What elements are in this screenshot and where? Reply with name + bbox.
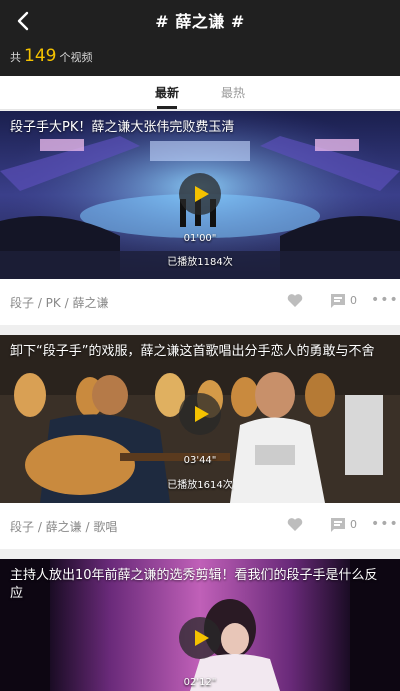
video-thumbnail[interactable]: 主持人放出10年前薛之谦的选秀剪辑！看我们的段子手是什么反应 02'12" (0, 559, 400, 691)
comment-icon[interactable] (330, 293, 346, 308)
play-icon (194, 186, 209, 202)
play-button[interactable] (179, 617, 221, 659)
comment-count: 0 (350, 294, 357, 307)
video-card[interactable]: 卸下“段子手”的戏服，薛之谦这首歌唱出分手恋人的勇敢与不舍 03'44" 已播放… (0, 335, 400, 549)
video-card[interactable]: 段子手大PK！薛之谦大张伟完败费玉清 01'00" 已播放1184次 段子 / … (0, 111, 400, 325)
tab-latest[interactable]: 最新 (155, 84, 179, 101)
play-count: 已播放1614次 (167, 480, 233, 491)
heart-icon[interactable] (287, 517, 303, 532)
video-title: 主持人放出10年前薛之谦的选秀剪辑！看我们的段子手是什么反应 (10, 568, 378, 601)
video-thumbnail[interactable]: 段子手大PK！薛之谦大张伟完败费玉清 01'00" 已播放1184次 (0, 111, 400, 279)
more-options-icon[interactable]: ••• (371, 516, 399, 532)
count-number: 149 (24, 46, 57, 66)
video-tags[interactable]: 段子 / 薛之谦 / 歌唱 (10, 518, 117, 535)
video-meta-bar: 段子 / 薛之谦 / 歌唱 0 ••• (0, 503, 400, 549)
active-tab-indicator (157, 106, 177, 109)
video-count: 共 149 个视频 (10, 46, 92, 66)
count-prefix: 共 (10, 51, 21, 64)
video-meta-bar: 段子 / PK / 薛之谦 0 ••• (0, 279, 400, 325)
sort-tabs: 最新 最热 (0, 76, 400, 110)
play-button[interactable] (179, 393, 221, 435)
play-count: 已播放1184次 (167, 257, 233, 268)
video-duration: 02'12" (183, 677, 217, 688)
comment-count: 0 (350, 518, 357, 531)
video-duration: 01'00" (183, 233, 217, 244)
play-icon (194, 406, 209, 422)
heart-icon[interactable] (287, 293, 303, 308)
count-suffix: 个视频 (59, 51, 93, 64)
video-card[interactable]: 主持人放出10年前薛之谦的选秀剪辑！看我们的段子手是什么反应 02'12" (0, 559, 400, 691)
video-tags[interactable]: 段子 / PK / 薛之谦 (10, 294, 108, 311)
more-options-icon[interactable]: ••• (371, 292, 399, 308)
play-button[interactable] (179, 173, 221, 215)
page-title: # 薛之谦 # (155, 12, 245, 31)
tab-hottest[interactable]: 最热 (221, 84, 245, 101)
play-icon (194, 630, 209, 646)
top-bar: # 薛之谦 # 共 149 个视频 (0, 0, 400, 76)
comment-icon[interactable] (330, 517, 346, 532)
video-duration: 03'44" (183, 455, 217, 466)
video-title: 段子手大PK！薛之谦大张伟完败费玉清 (10, 120, 235, 135)
video-thumbnail[interactable]: 卸下“段子手”的戏服，薛之谦这首歌唱出分手恋人的勇敢与不舍 03'44" 已播放… (0, 335, 400, 503)
video-title: 卸下“段子手”的戏服，薛之谦这首歌唱出分手恋人的勇敢与不舍 (10, 344, 375, 359)
